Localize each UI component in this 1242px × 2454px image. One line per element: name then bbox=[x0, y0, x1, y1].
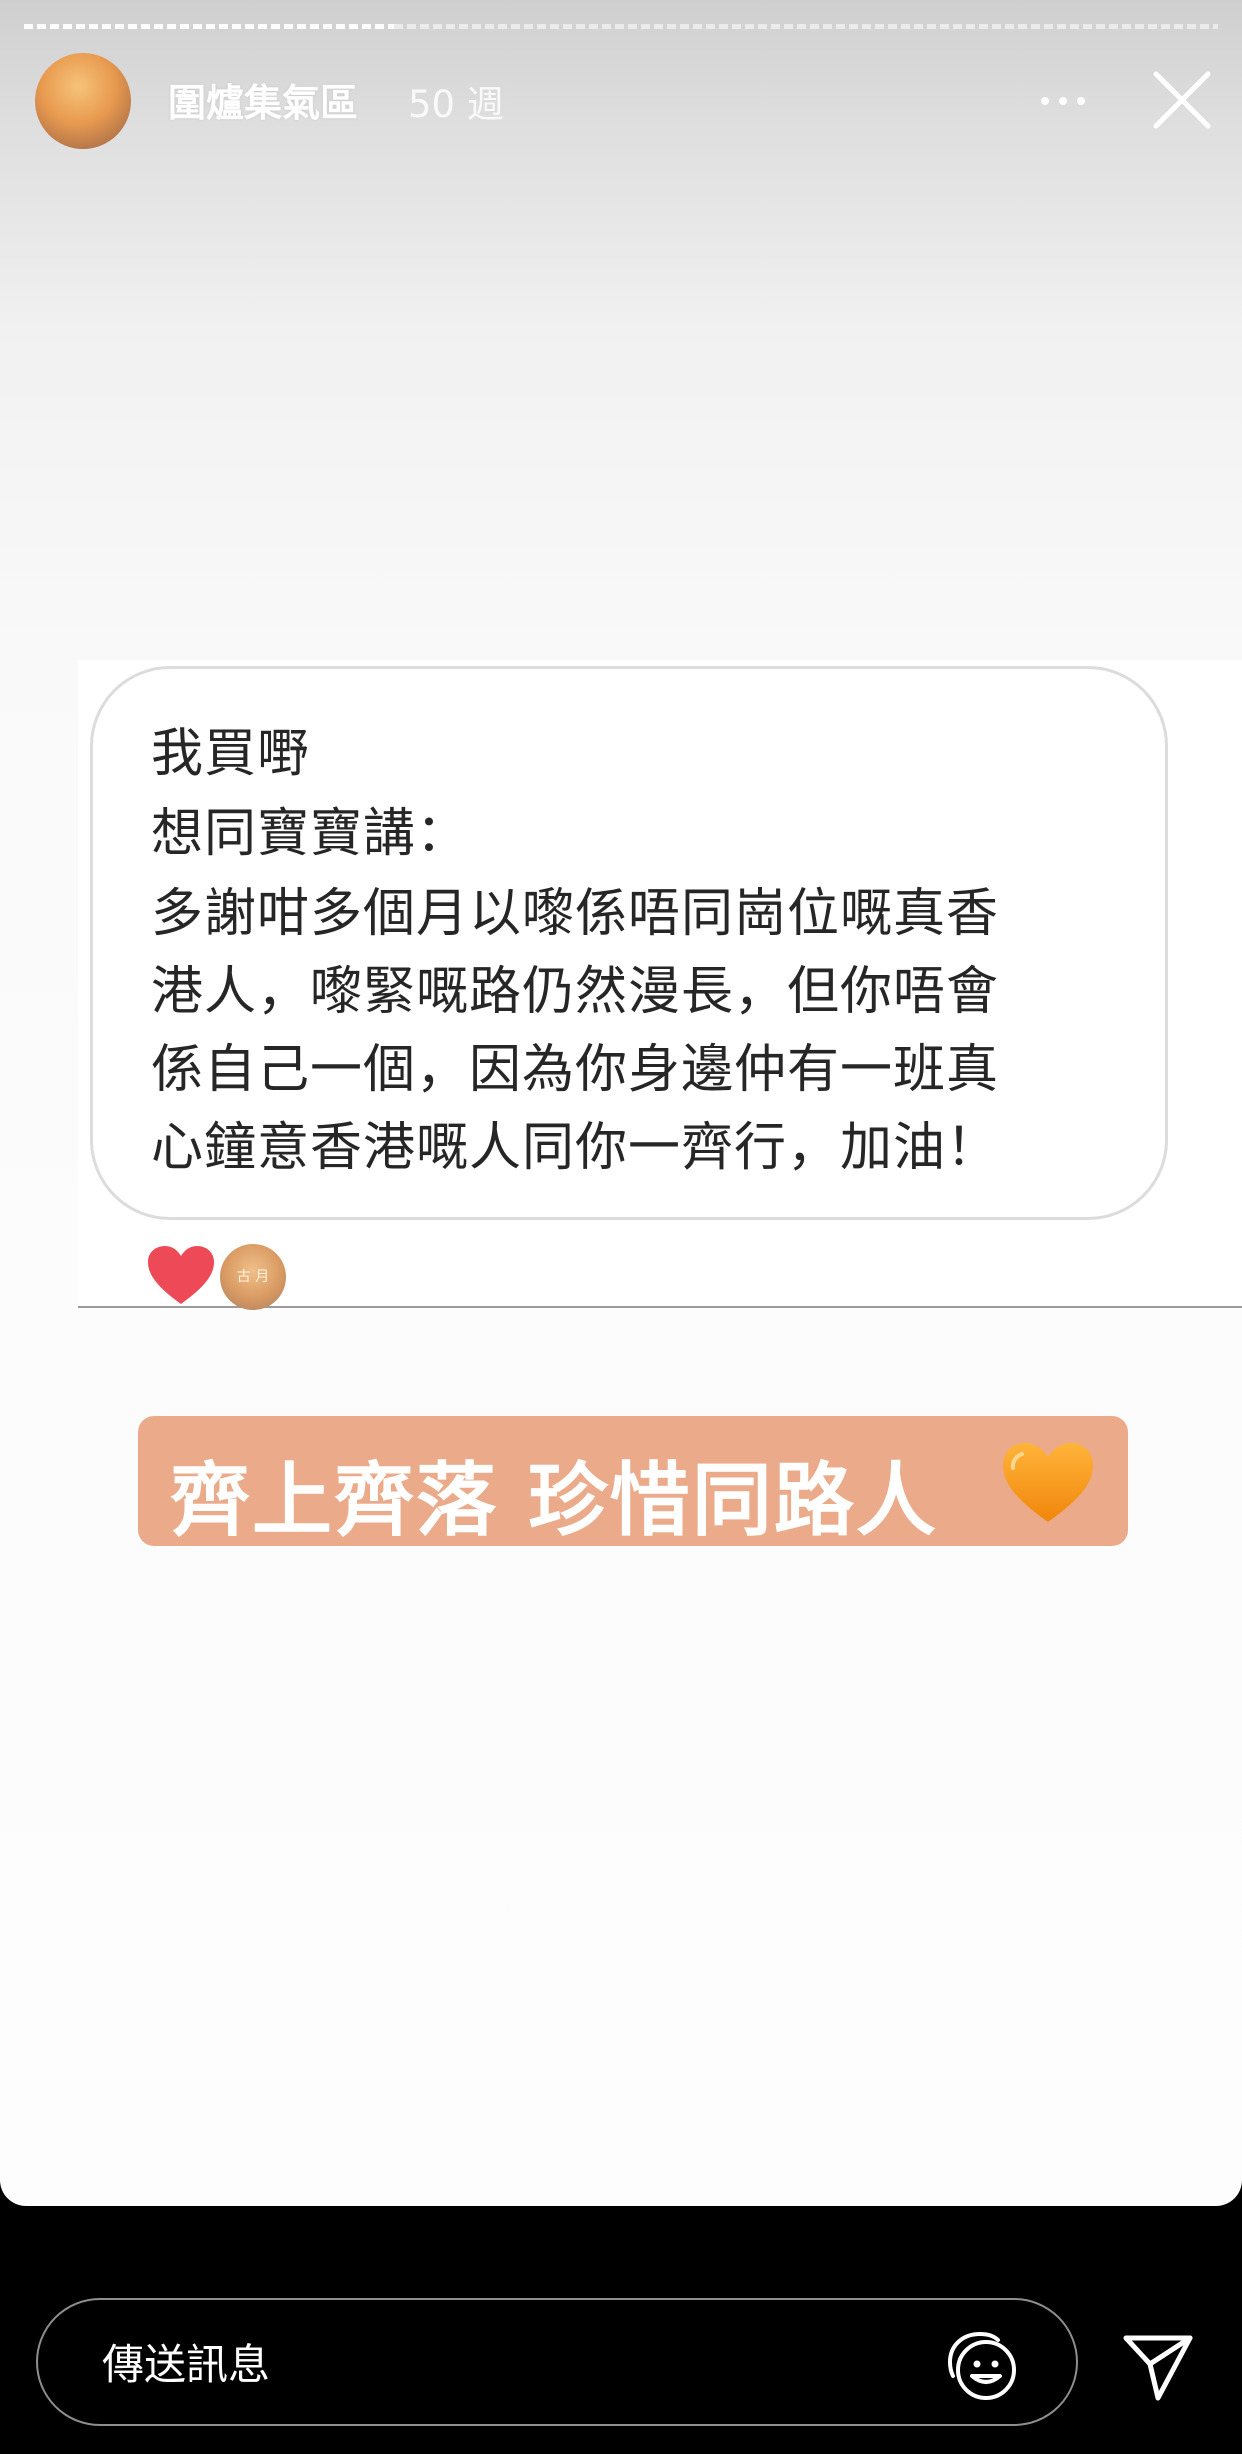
heart-icon bbox=[148, 1246, 214, 1304]
profile-avatar[interactable] bbox=[35, 53, 131, 149]
progress-segment-viewed bbox=[24, 24, 394, 29]
message-screenshot: 我買嘢 想同寶寶講： 多謝咁多個月以嚟係唔同崗位嘅真香 港人，嚟緊嘅路仍然漫長，… bbox=[78, 660, 1242, 1310]
story-progress-bar bbox=[24, 24, 1218, 29]
more-icon-dot bbox=[1059, 97, 1067, 105]
reply-box[interactable] bbox=[36, 2298, 1078, 2426]
message-bubble: 我買嘢 想同寶寶講： 多謝咁多個月以嚟係唔同崗位嘅真香 港人，嚟緊嘅路仍然漫長，… bbox=[90, 666, 1168, 1220]
more-icon-dot bbox=[1077, 97, 1085, 105]
progress-segment-remaining bbox=[394, 24, 1218, 29]
reactor-avatar: 古 月 bbox=[220, 1244, 286, 1310]
close-icon[interactable] bbox=[1150, 68, 1214, 132]
caption-sticker: 齊上齊落 珍惜同路人 bbox=[138, 1416, 1128, 1547]
caption-text: 齊上齊落 珍惜同路人 bbox=[170, 1454, 938, 1547]
message-line: 港人，嚟緊嘅路仍然漫長，但你唔會 bbox=[151, 962, 1000, 1022]
message-line: 想同寶寶講： bbox=[151, 804, 470, 864]
message-line: 係自己一個，因為你身邊仲有一班真 bbox=[151, 1040, 1000, 1100]
message-line: 心鐘意香港嘅人同你一齊行，加油！ bbox=[151, 1118, 1000, 1178]
message-line: 我買嘢 bbox=[151, 724, 311, 784]
sticker-icon[interactable] bbox=[944, 2328, 1020, 2404]
story-frame[interactable]: 圍爐集氣區 50 週 我買嘢 想同寶寶講： 多謝咁多個月以嚟係唔同崗位嘅真香 港… bbox=[0, 0, 1242, 2206]
message-line: 多謝咁多個月以嚟係唔同崗位嘅真香 bbox=[151, 884, 1000, 944]
send-icon[interactable] bbox=[1118, 2326, 1198, 2406]
username[interactable]: 圍爐集氣區 bbox=[168, 72, 358, 127]
message-input[interactable] bbox=[100, 2336, 904, 2392]
orange-heart-icon bbox=[1003, 1443, 1093, 1522]
post-age: 50 週 bbox=[408, 83, 504, 126]
reactor-avatar-text: 古 月 bbox=[236, 1269, 270, 1285]
more-icon bbox=[1041, 97, 1049, 105]
more-options-button[interactable] bbox=[1030, 78, 1096, 124]
